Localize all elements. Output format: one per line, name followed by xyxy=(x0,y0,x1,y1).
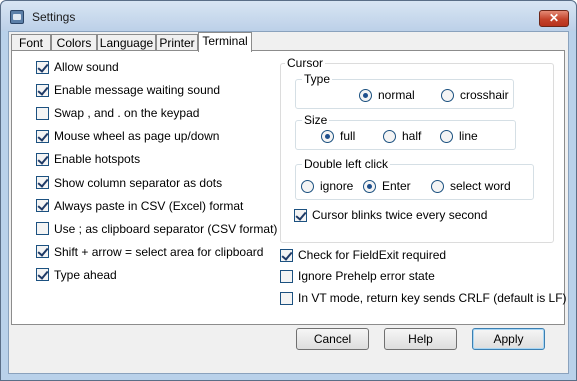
checkbox-icon[interactable] xyxy=(280,291,293,305)
radio-icon[interactable] xyxy=(431,179,444,193)
window-title: Settings xyxy=(32,10,76,24)
cursor-size-full[interactable]: full xyxy=(321,129,355,143)
option-checkbox[interactable]: Swap , and . on the keypad xyxy=(36,106,199,120)
checkbox-label: Shift + arrow = select area for clipboar… xyxy=(54,244,264,259)
double-click-label: Double left click xyxy=(302,157,391,171)
settings-window: Settings ✕ Font Colors Language Printer … xyxy=(0,0,577,381)
checkbox-label: Enable hotspots xyxy=(54,152,141,167)
title-bar: Settings ✕ xyxy=(1,1,576,31)
checkbox-label: In VT mode, return key sends CRLF (defau… xyxy=(298,291,567,305)
radio-label: crosshair xyxy=(460,88,509,102)
cursor-group: Cursor Type normal crosshair Size full h… xyxy=(280,56,554,243)
radio-icon[interactable] xyxy=(321,129,334,143)
fieldexit-checkbox[interactable]: Check for FieldExit required xyxy=(280,248,446,262)
radio-icon[interactable] xyxy=(363,179,376,193)
prehelp-checkbox[interactable]: Ignore Prehelp error state xyxy=(280,269,435,283)
radio-icon[interactable] xyxy=(301,179,314,193)
radio-label: Enter xyxy=(382,179,411,193)
double-click-group: Double left click ignore Enter select wo… xyxy=(295,157,534,200)
help-button[interactable]: Help xyxy=(384,328,457,350)
cursor-size-label: Size xyxy=(302,113,330,127)
checkbox-icon[interactable] xyxy=(36,245,49,259)
cursor-type-label: Type xyxy=(302,72,333,86)
close-button[interactable]: ✕ xyxy=(539,10,569,27)
double-click-enter[interactable]: Enter xyxy=(363,179,411,193)
option-checkbox[interactable]: Enable hotspots xyxy=(36,152,140,166)
double-click-ignore[interactable]: ignore xyxy=(301,179,353,193)
cursor-size-half[interactable]: half xyxy=(383,129,421,143)
tab-font[interactable]: Font xyxy=(11,34,51,51)
checkbox-icon[interactable] xyxy=(36,129,49,143)
option-checkbox[interactable]: Use ; as clipboard separator (CSV format… xyxy=(36,222,277,236)
option-checkbox[interactable]: Allow sound xyxy=(36,60,119,74)
cursor-size-line[interactable]: line xyxy=(440,129,478,143)
option-checkbox[interactable]: Show column separator as dots xyxy=(36,176,222,190)
checkbox-label: Always paste in CSV (Excel) format xyxy=(54,198,244,213)
checkbox-icon[interactable] xyxy=(36,152,49,166)
checkbox-icon[interactable] xyxy=(36,83,49,97)
option-checkbox[interactable]: Enable message waiting sound xyxy=(36,83,220,97)
cursor-size-group: Size full half line xyxy=(295,113,516,150)
cursor-type-group: Type normal crosshair xyxy=(295,72,514,109)
checkbox-label: Ignore Prehelp error state xyxy=(298,269,435,283)
radio-icon[interactable] xyxy=(440,129,453,143)
radio-icon[interactable] xyxy=(383,129,396,143)
double-click-select-word[interactable]: select word xyxy=(431,179,511,193)
tab-language[interactable]: Language xyxy=(97,34,156,51)
apply-button[interactable]: Apply xyxy=(472,328,545,350)
vt-crlf-checkbox[interactable]: In VT mode, return key sends CRLF (defau… xyxy=(280,291,567,305)
checkbox-label: Allow sound xyxy=(54,60,119,74)
checkbox-label: Cursor blinks twice every second xyxy=(312,208,488,222)
checkbox-label: Show column separator as dots xyxy=(54,175,223,190)
checkbox-icon[interactable] xyxy=(36,222,49,236)
radio-label: normal xyxy=(378,88,415,102)
radio-label: ignore xyxy=(320,179,354,193)
checkbox-label: Enable message waiting sound xyxy=(54,83,221,98)
checkbox-icon[interactable] xyxy=(36,268,49,282)
checkbox-label: Check for FieldExit required xyxy=(298,248,447,262)
radio-label: half xyxy=(402,129,422,143)
radio-icon[interactable] xyxy=(359,88,372,102)
option-checkbox[interactable]: Type ahead xyxy=(36,268,117,282)
checkbox-icon[interactable] xyxy=(280,269,293,283)
checkbox-icon[interactable] xyxy=(36,106,49,120)
checkbox-label: Mouse wheel as page up/down xyxy=(54,129,220,144)
terminal-panel: Allow sound Enable message waiting sound S… xyxy=(11,50,567,325)
cursor-group-label: Cursor xyxy=(285,56,326,70)
tab-colors[interactable]: Colors xyxy=(51,34,97,51)
radio-label: full xyxy=(340,129,356,143)
cursor-type-crosshair[interactable]: crosshair xyxy=(441,88,509,102)
dialog-body: Font Colors Language Printer Terminal Al… xyxy=(8,31,569,374)
app-icon xyxy=(10,10,24,24)
checkbox-icon[interactable] xyxy=(36,176,49,189)
checkbox-icon[interactable] xyxy=(294,208,307,222)
cursor-type-normal[interactable]: normal xyxy=(359,88,415,102)
checkbox-label: Type ahead xyxy=(54,267,117,282)
checkbox-icon[interactable] xyxy=(280,248,293,262)
option-checkbox[interactable]: Mouse wheel as page up/down xyxy=(36,129,219,143)
tab-printer[interactable]: Printer xyxy=(156,34,198,51)
checkbox-icon[interactable] xyxy=(36,60,49,74)
checkbox-icon[interactable] xyxy=(36,199,49,213)
radio-icon[interactable] xyxy=(441,88,454,102)
cancel-button[interactable]: Cancel xyxy=(296,328,369,350)
cursor-blink-checkbox[interactable]: Cursor blinks twice every second xyxy=(294,208,487,222)
tab-terminal[interactable]: Terminal xyxy=(198,32,252,52)
checkbox-label: Swap , and . on the keypad xyxy=(54,106,200,121)
option-checkbox[interactable]: Always paste in CSV (Excel) format xyxy=(36,199,243,213)
radio-label: line xyxy=(459,129,478,143)
checkbox-label: Use ; as clipboard separator (CSV format… xyxy=(54,221,278,236)
radio-label: select word xyxy=(450,179,511,193)
option-checkbox[interactable]: Shift + arrow = select area for clipboar… xyxy=(36,245,263,259)
